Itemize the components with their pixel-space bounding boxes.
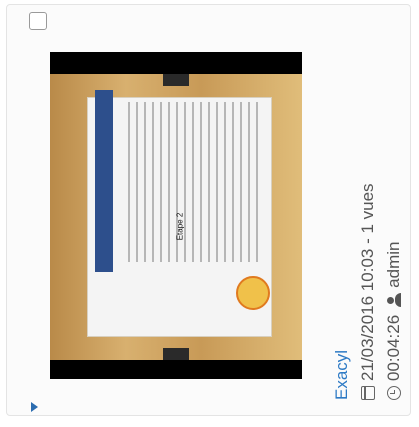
- video-author[interactable]: admin: [384, 242, 404, 288]
- select-checkbox[interactable]: [29, 12, 47, 30]
- video-thumbnail[interactable]: Etape 2: [50, 52, 302, 379]
- video-meta: Exacyl 21/03/2016 10:03 - 1 vues 00:04:2…: [329, 183, 407, 400]
- user-icon: [387, 293, 401, 307]
- video-card: Etape 2 Exacyl 21/03/2016 10:03 - 1 vues…: [6, 4, 411, 416]
- slide-body-text: [128, 102, 258, 262]
- slide-header-band: [95, 90, 113, 272]
- thumbnail-tab-top: [163, 74, 189, 86]
- triangle-right-icon[interactable]: [31, 402, 38, 412]
- slide-title: Etape 2: [175, 212, 185, 241]
- thumbnail-tab-bottom: [163, 348, 189, 360]
- slide-logo-icon: [236, 276, 270, 310]
- video-date-views: 21/03/2016 10:03 - 1 vues: [358, 183, 377, 381]
- calendar-icon: [361, 386, 375, 400]
- video-title-link[interactable]: Exacyl: [332, 350, 352, 400]
- video-duration: 00:04:26: [384, 314, 403, 381]
- clock-icon: [387, 386, 401, 400]
